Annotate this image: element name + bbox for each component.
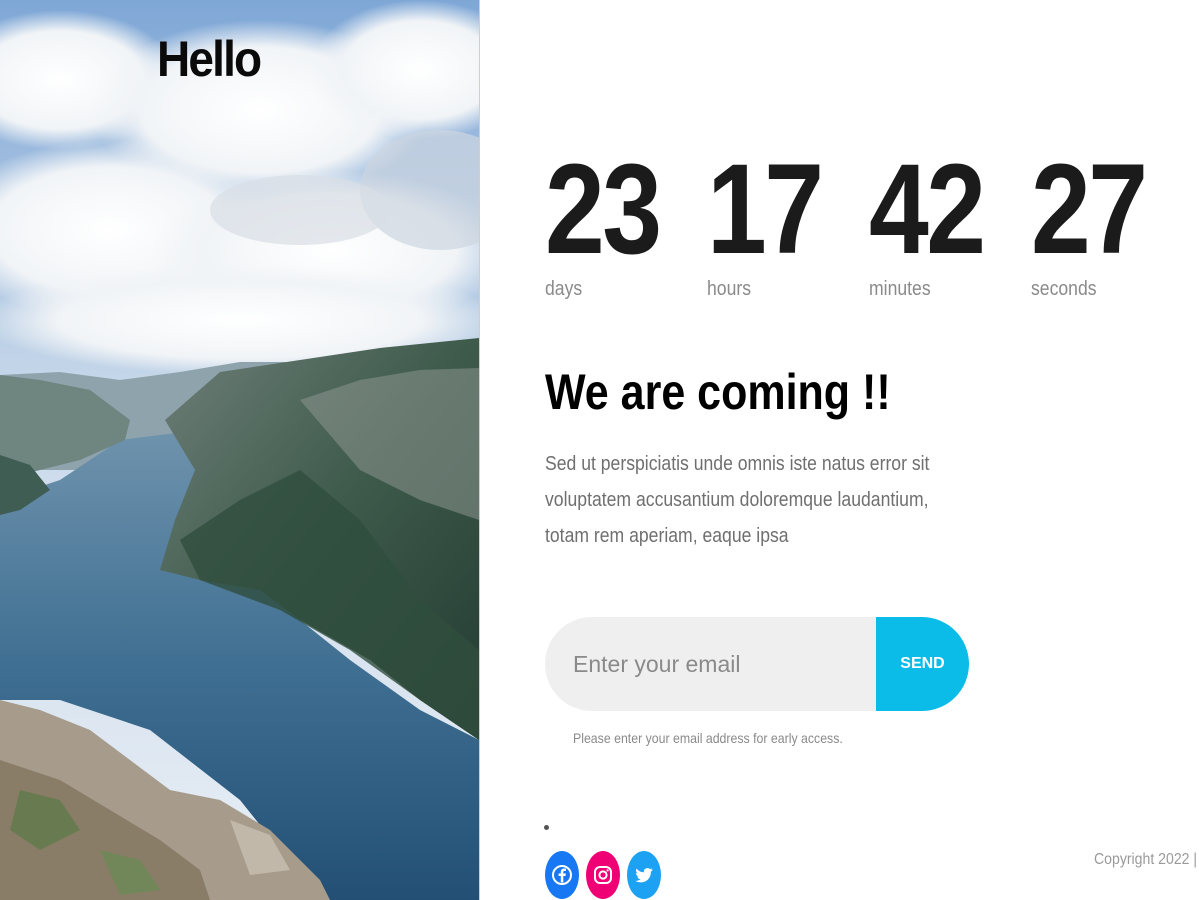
brand-logo: Hello	[157, 31, 262, 87]
countdown-days-label: days	[545, 278, 583, 300]
countdown-seconds-label: seconds	[1031, 278, 1097, 300]
copyright-text: Copyright 2022 | All	[1094, 851, 1200, 868]
countdown-hours-value: 17	[707, 138, 824, 281]
countdown-minutes: 42 minutes	[869, 138, 1029, 301]
instagram-icon	[594, 866, 612, 884]
hero-landscape-image: Hello	[0, 0, 479, 900]
twitter-link[interactable]	[627, 851, 661, 899]
email-input[interactable]	[545, 617, 876, 711]
fjord-illustration	[0, 0, 479, 900]
facebook-icon	[552, 865, 572, 885]
subscribe-form: SEND	[545, 617, 969, 711]
countdown-hours-label: hours	[707, 278, 752, 300]
countdown-days: 23 days	[545, 138, 705, 301]
countdown-seconds: 27 seconds	[1031, 138, 1191, 301]
page-headline: We are coming !!	[545, 364, 891, 420]
list-bullet	[544, 825, 549, 830]
countdown-minutes-label: minutes	[869, 278, 931, 300]
countdown-timer: 23 days 17 hours 42 minutes 27 seconds	[545, 138, 1185, 310]
instagram-link[interactable]	[586, 851, 620, 899]
intro-paragraph: Sed ut perspiciatis unde omnis iste natu…	[545, 453, 930, 547]
facebook-link[interactable]	[545, 851, 579, 899]
countdown-days-value: 23	[545, 138, 662, 281]
send-button[interactable]: SEND	[876, 617, 969, 711]
twitter-icon	[635, 868, 653, 883]
email-hint: Please enter your email address for earl…	[573, 730, 843, 746]
countdown-minutes-value: 42	[869, 138, 986, 281]
countdown-seconds-value: 27	[1031, 138, 1148, 281]
panel-divider	[479, 0, 480, 900]
countdown-hours: 17 hours	[707, 138, 867, 301]
